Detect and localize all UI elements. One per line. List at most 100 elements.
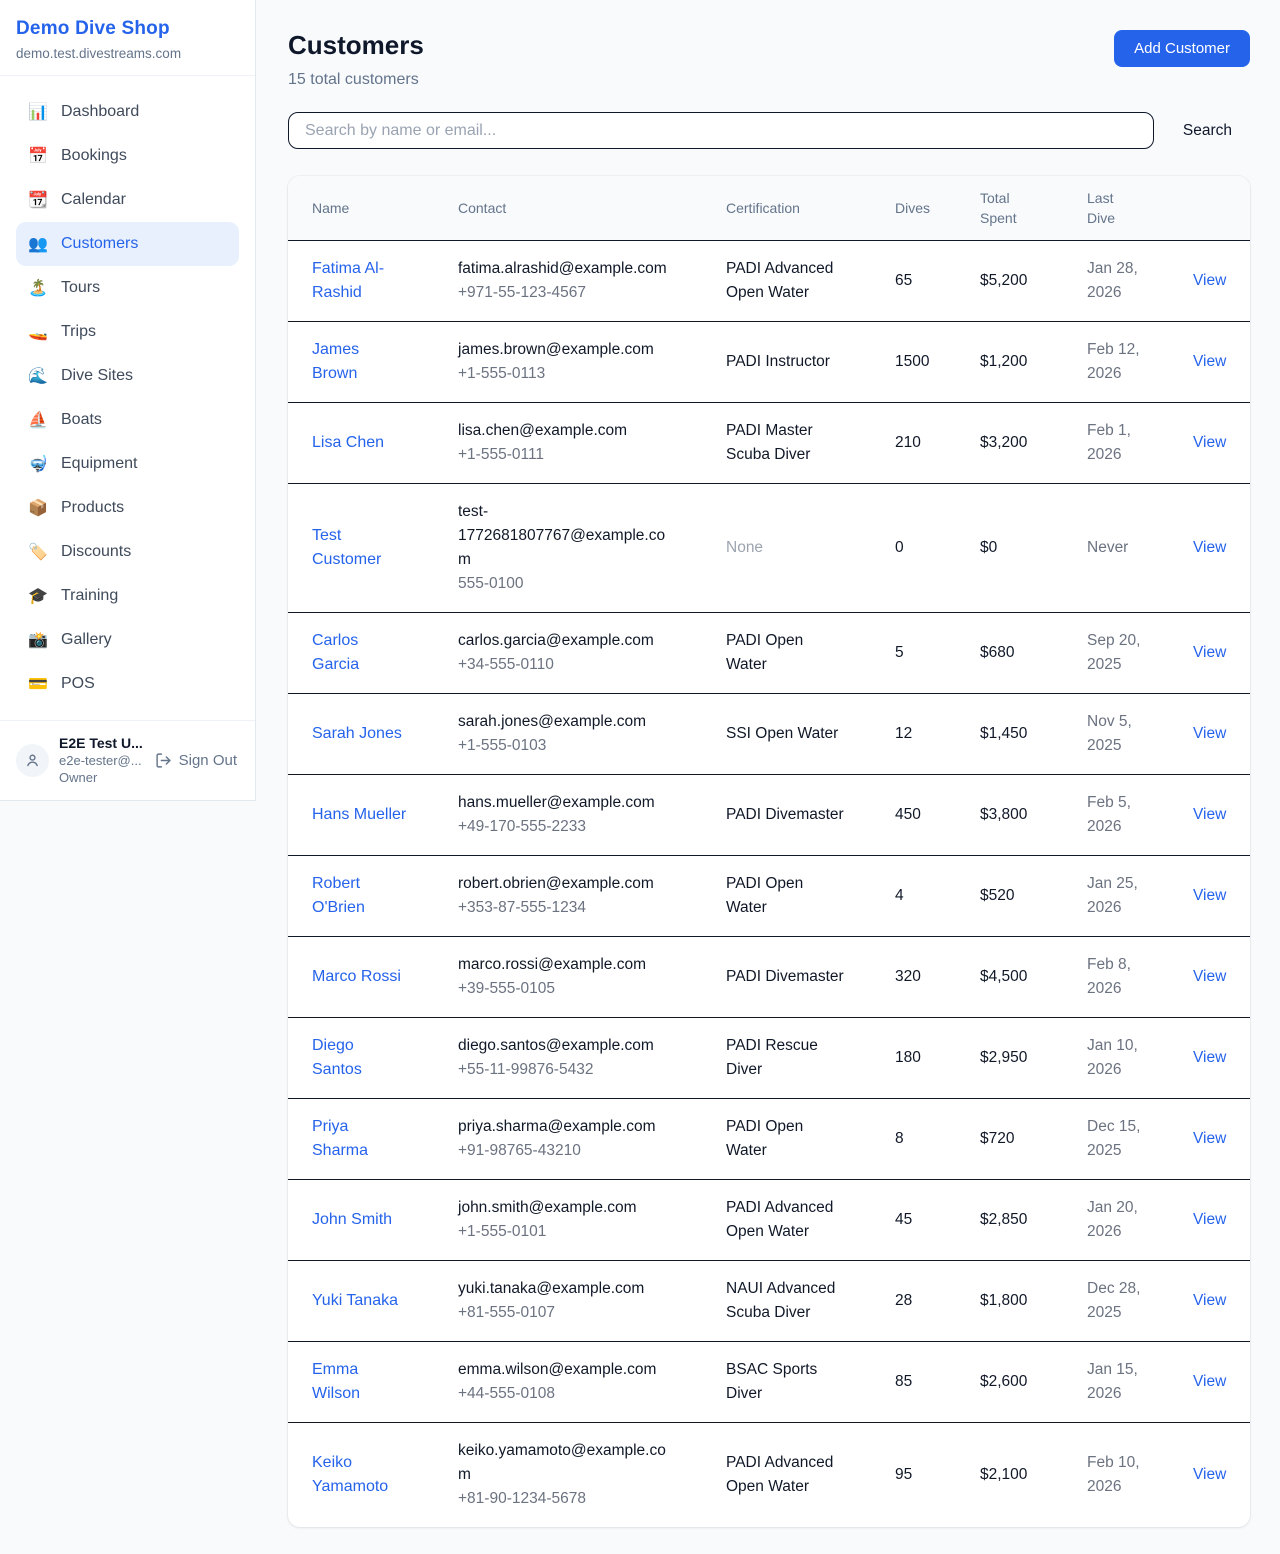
cell-total-spent: $680 (956, 613, 1063, 693)
sidebar-item-equipment[interactable]: 🤿 Equipment (16, 442, 239, 486)
column-header-certification: Certification (702, 176, 871, 240)
customer-certification: PADI Advanced Open Water (726, 1196, 846, 1244)
customer-dives: 210 (895, 431, 921, 455)
cell-certification: PADI Open Water (702, 1099, 871, 1179)
customer-total-spent: $1,450 (980, 722, 1027, 746)
customer-dives: 5 (895, 641, 904, 665)
view-link[interactable]: View (1193, 722, 1226, 746)
view-link[interactable]: View (1193, 1208, 1226, 1232)
customer-name-link[interactable]: Fatima Al-Rashid (312, 257, 408, 305)
sidebar-item-training[interactable]: 🎓 Training (16, 574, 239, 618)
cell-name: Marco Rossi (288, 937, 434, 1017)
customer-email: marco.rossi@example.com (458, 953, 646, 977)
customer-certification: None (726, 536, 763, 560)
customer-phone: 555-0100 (458, 572, 673, 596)
sidebar-item-boats[interactable]: ⛵ Boats (16, 398, 239, 442)
view-link[interactable]: View (1193, 269, 1226, 293)
view-link[interactable]: View (1193, 884, 1226, 908)
customer-name-link[interactable]: Priya Sharma (312, 1115, 408, 1163)
sign-out-button[interactable]: Sign Out (155, 752, 239, 769)
cell-certification: SSI Open Water (702, 694, 871, 774)
sidebar-item-dive-sites[interactable]: 🌊 Dive Sites (16, 354, 239, 398)
sidebar-item-customers[interactable]: 👥 Customers (16, 222, 239, 266)
cell-contact: sarah.jones@example.com +1-555-0103 (434, 694, 702, 774)
view-link[interactable]: View (1193, 1289, 1226, 1313)
cell-certification: PADI Rescue Diver (702, 1018, 871, 1098)
cell-total-spent: $2,600 (956, 1342, 1063, 1422)
view-link[interactable]: View (1193, 803, 1226, 827)
sidebar-item-gallery[interactable]: 📸 Gallery (16, 618, 239, 662)
customer-name-link[interactable]: James Brown (312, 338, 408, 386)
view-link[interactable]: View (1193, 641, 1226, 665)
add-customer-button[interactable]: Add Customer (1114, 30, 1250, 67)
search-input[interactable] (288, 112, 1154, 149)
dashboard-icon: 📊 (28, 102, 48, 122)
cell-total-spent: $720 (956, 1099, 1063, 1179)
customer-dives: 95 (895, 1463, 912, 1487)
cell-actions: View (1169, 775, 1250, 855)
customer-last-dive: Nov 5, 2025 (1087, 710, 1145, 758)
view-link[interactable]: View (1193, 1370, 1226, 1394)
cell-actions: View (1169, 1018, 1250, 1098)
user-name: E2E Test U... (59, 735, 145, 751)
cell-contact: diego.santos@example.com +55-11-99876-54… (434, 1018, 702, 1098)
customer-total-spent: $4,500 (980, 965, 1027, 989)
page-title-block: Customers 15 total customers (288, 30, 424, 89)
customer-email: emma.wilson@example.com (458, 1358, 656, 1382)
customer-total-spent: $680 (980, 641, 1014, 665)
customer-name-link[interactable]: Carlos Garcia (312, 629, 408, 677)
cell-name: Fatima Al-Rashid (288, 241, 434, 321)
search-button[interactable]: Search (1183, 122, 1232, 140)
customer-name-link[interactable]: Test Customer (312, 524, 408, 572)
customer-phone: +353-87-555-1234 (458, 896, 654, 920)
view-link[interactable]: View (1193, 1046, 1226, 1070)
customer-name-link[interactable]: Lisa Chen (312, 431, 384, 455)
customer-name-link[interactable]: Emma Wilson (312, 1358, 408, 1406)
customer-last-dive: Jan 28, 2026 (1087, 257, 1145, 305)
sidebar-item-products[interactable]: 📦 Products (16, 486, 239, 530)
sidebar-item-dashboard[interactable]: 📊 Dashboard (16, 90, 239, 134)
logout-icon (155, 752, 172, 769)
view-link[interactable]: View (1193, 350, 1226, 374)
table-body: Fatima Al-Rashid fatima.alrashid@example… (288, 240, 1250, 1527)
customer-name-link[interactable]: Diego Santos (312, 1034, 408, 1082)
view-link[interactable]: View (1193, 1463, 1226, 1487)
customer-name-link[interactable]: Keiko Yamamoto (312, 1451, 408, 1499)
customer-name-link[interactable]: Sarah Jones (312, 722, 402, 746)
sidebar-item-tours[interactable]: 🏝️ Tours (16, 266, 239, 310)
customer-last-dive: Feb 12, 2026 (1087, 338, 1145, 386)
sidebar-item-label: Training (61, 587, 118, 605)
view-link[interactable]: View (1193, 536, 1226, 560)
cell-dives: 1500 (871, 322, 956, 402)
cell-name: James Brown (288, 322, 434, 402)
view-link[interactable]: View (1193, 1127, 1226, 1151)
sidebar-item-label: Products (61, 499, 124, 517)
sidebar-item-calendar[interactable]: 📆 Calendar (16, 178, 239, 222)
customer-name-link[interactable]: Robert O'Brien (312, 872, 408, 920)
customer-dives: 65 (895, 269, 912, 293)
view-link[interactable]: View (1193, 965, 1226, 989)
table-row: Test Customer test-1772681807767@example… (288, 483, 1250, 612)
cell-dives: 65 (871, 241, 956, 321)
cell-actions: View (1169, 484, 1250, 612)
view-link[interactable]: View (1193, 431, 1226, 455)
cell-certification: PADI Divemaster (702, 775, 871, 855)
customer-phone: +1-555-0113 (458, 362, 654, 386)
customer-name-link[interactable]: John Smith (312, 1208, 392, 1232)
sidebar-item-pos[interactable]: 💳 POS (16, 662, 239, 706)
sidebar-item-bookings[interactable]: 📅 Bookings (16, 134, 239, 178)
cell-name: Emma Wilson (288, 1342, 434, 1422)
cell-name: Diego Santos (288, 1018, 434, 1098)
table-row: John Smith john.smith@example.com +1-555… (288, 1179, 1250, 1260)
customer-name-link[interactable]: Yuki Tanaka (312, 1289, 398, 1313)
sidebar-item-discounts[interactable]: 🏷️ Discounts (16, 530, 239, 574)
sidebar-header: Demo Dive Shop demo.test.divestreams.com (0, 0, 255, 76)
cell-name: Robert O'Brien (288, 856, 434, 936)
customer-name-link[interactable]: Hans Mueller (312, 803, 406, 827)
sidebar-item-trips[interactable]: 🚤 Trips (16, 310, 239, 354)
customer-last-dive: Sep 20, 2025 (1087, 629, 1145, 677)
customer-total-spent: $2,850 (980, 1208, 1027, 1232)
customer-name-link[interactable]: Marco Rossi (312, 965, 401, 989)
customer-phone: +1-555-0101 (458, 1220, 637, 1244)
table-row: Lisa Chen lisa.chen@example.com +1-555-0… (288, 402, 1250, 483)
